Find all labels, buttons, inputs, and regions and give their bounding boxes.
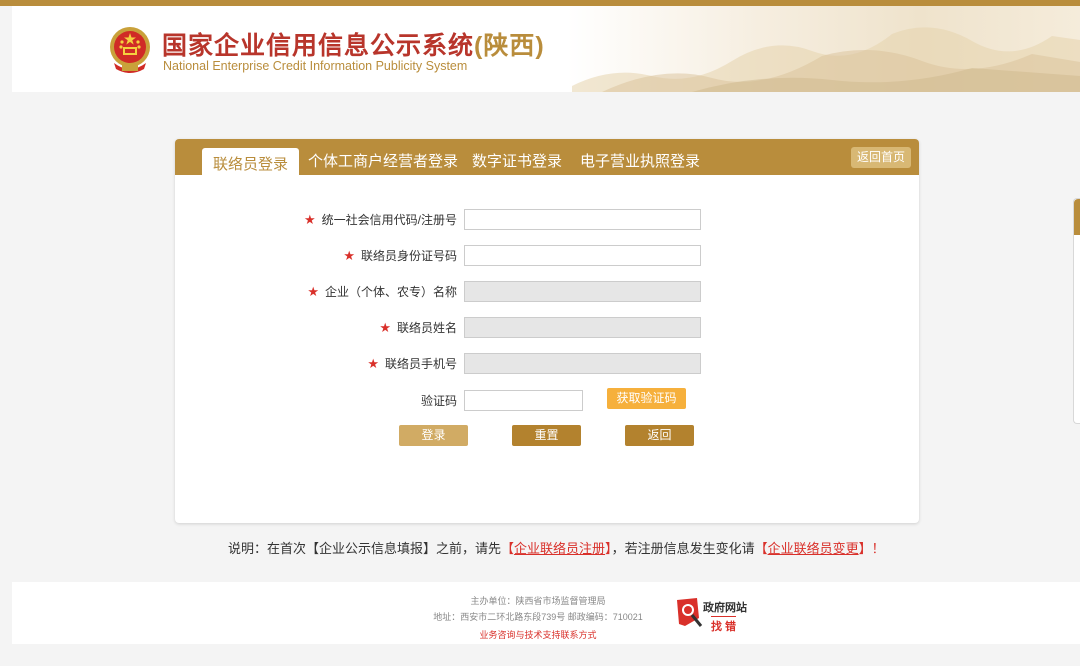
mountain-landscape-decoration	[572, 27, 1080, 92]
enterprise-name-label-text: 企业（个体、农专）名称	[324, 285, 457, 299]
reset-button[interactable]: 重置	[512, 425, 581, 446]
side-floating-tab[interactable]	[1073, 198, 1080, 424]
tab-individual-business-login[interactable]: 个体工商户经营者登录	[308, 150, 458, 171]
liaison-id-label-text: 联络员身份证号码	[360, 249, 457, 263]
required-star-icon: ★	[304, 212, 316, 227]
liaison-phone-label-text: 联络员手机号	[384, 357, 457, 371]
captcha-input[interactable]	[464, 390, 583, 411]
site-title-main: 国家企业信用信息公示系统	[162, 32, 475, 60]
note-suffix: ！	[871, 541, 885, 556]
required-star-icon: ★	[307, 284, 319, 299]
credit-code-label: ★ 统一社会信用代码/注册号	[304, 211, 457, 228]
gov-badge-subtitle: 找 错	[711, 616, 737, 634]
liaison-id-input[interactable]	[464, 245, 701, 266]
footer-address: 地址：西安市二环北路东段739号 邮政编码：710021	[433, 612, 643, 622]
note-bracket-open: 【	[501, 541, 515, 556]
liaison-name-label: ★ 联络员姓名	[379, 319, 457, 336]
back-button[interactable]: 返回	[625, 425, 694, 446]
note-bracket-open: 【	[754, 541, 768, 556]
magnifier-icon	[677, 598, 703, 627]
required-star-icon: ★	[367, 356, 379, 371]
note-prefix: 说明：在首次【企业公示信息填报】之前，请先	[228, 541, 502, 556]
liaison-phone-label: ★ 联络员手机号	[367, 355, 457, 372]
liaison-register-link[interactable]: 企业联络员注册	[514, 541, 605, 556]
enterprise-name-label: ★ 企业（个体、农专）名称	[307, 283, 457, 300]
site-header: 国家企业信用信息公示系统(陕西) National Enterprise Cre…	[12, 6, 1080, 92]
back-to-home-button[interactable]: 返回首页	[851, 147, 911, 168]
national-emblem-icon	[110, 27, 150, 73]
note-middle: ，若注册信息发生变化请	[611, 541, 755, 556]
liaison-name-label-text: 联络员姓名	[396, 321, 457, 335]
registration-note: 说明：在首次【企业公示信息填报】之前，请先【企业联络员注册】，若注册信息发生变化…	[228, 538, 885, 557]
tab-electronic-license-login[interactable]: 电子营业执照登录	[580, 150, 700, 171]
gov-badge-title: 政府网站	[703, 602, 747, 614]
required-star-icon: ★	[379, 320, 391, 335]
login-panel: 联络员登录 个体工商户经营者登录 数字证书登录 电子营业执照登录 返回首页 ★ 统…	[175, 139, 919, 523]
enterprise-name-input	[464, 281, 701, 302]
tab-digital-certificate-login[interactable]: 数字证书登录	[472, 150, 562, 171]
liaison-name-input	[464, 317, 701, 338]
liaison-id-label: ★ 联络员身份证号码	[343, 247, 457, 264]
credit-code-input[interactable]	[464, 209, 701, 230]
gov-site-error-report-badge[interactable]: 政府网站 找 错	[675, 596, 755, 634]
credit-code-label-text: 统一社会信用代码/注册号	[321, 213, 457, 227]
required-star-icon: ★	[343, 248, 355, 263]
site-title-province: (陕西)	[474, 32, 545, 60]
captcha-label: 验证码	[420, 394, 457, 408]
tab-liaison-login[interactable]: 联络员登录	[202, 148, 300, 175]
note-bracket-close: 】	[858, 541, 872, 556]
site-title: 国家企业信用信息公示系统(陕西)	[162, 26, 545, 62]
get-verification-code-button[interactable]: 获取验证码	[607, 388, 686, 409]
footer-contact-link[interactable]: 业务咨询与技术支持联系方式	[4, 628, 1072, 641]
liaison-phone-input	[464, 353, 701, 374]
site-footer: 主办单位：陕西省市场监督管理局 地址：西安市二环北路东段739号 邮政编码：71…	[12, 582, 1080, 644]
login-tab-bar: 联络员登录 个体工商户经营者登录 数字证书登录 电子营业执照登录 返回首页	[175, 139, 919, 175]
login-button[interactable]: 登录	[399, 425, 468, 446]
footer-sponsor: 主办单位：陕西省市场监督管理局	[470, 596, 606, 606]
liaison-change-link[interactable]: 企业联络员变更	[768, 541, 859, 556]
site-subtitle: National Enterprise Credit Information P…	[163, 59, 468, 73]
